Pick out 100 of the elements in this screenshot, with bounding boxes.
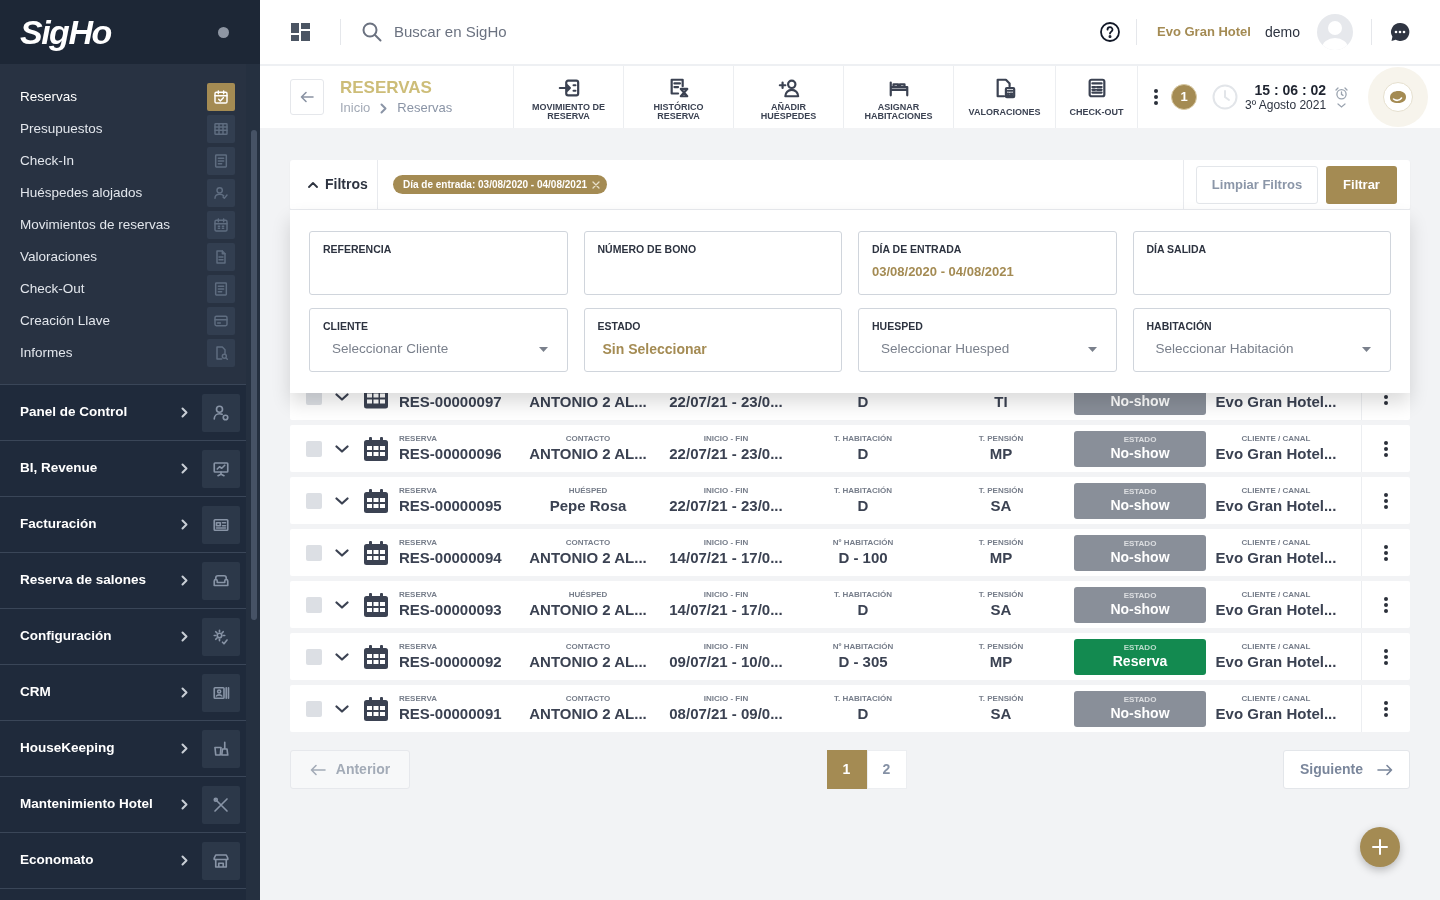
help-icon[interactable] — [1100, 22, 1121, 42]
sidebar-section[interactable]: Economato — [0, 832, 246, 888]
reservation-number: RES-00000097 — [399, 392, 502, 411]
sidebar-section[interactable]: Facturación — [0, 496, 246, 552]
sidebar-item[interactable]: Valoraciones — [0, 241, 246, 273]
add-user-icon — [777, 77, 800, 99]
checkbox[interactable] — [306, 440, 322, 457]
toolbar-button[interactable]: MOVIMIENTO DE RESERVA — [513, 66, 623, 128]
toolbar-button[interactable]: HISTÓRICO RESERVA — [623, 66, 733, 128]
sidebar-section[interactable]: Configuración — [0, 608, 246, 664]
text-field[interactable]: NÚMERO DE BONO — [583, 231, 842, 295]
kebab-menu-icon[interactable] — [1384, 700, 1388, 717]
chevron-down-icon[interactable] — [335, 496, 349, 505]
reservation-row[interactable]: RESERVA RES-00000093 HUÉSPED ANTONIO 2 AL... INICIO - FIN 14/07/21 - 17/0... T. HABITACIÓN D T. PENSIÓN SA ESTADO No-show CLIENTE / CANAL Evo Gran Hotel... — [290, 581, 1410, 628]
kebab-menu-icon[interactable] — [1384, 596, 1388, 613]
checkbox[interactable] — [306, 648, 322, 665]
toolbar-button[interactable]: ASIGNAR HABITACIONES — [843, 66, 953, 128]
sidebar-item[interactable]: Huéspedes alojados — [0, 177, 246, 209]
kebab-menu-icon[interactable] — [1384, 648, 1388, 665]
column-label: T. HABITACIÓN — [833, 590, 893, 600]
filters-toggle[interactable]: Filtros — [290, 160, 378, 209]
text-field[interactable]: REFERENCIA — [309, 231, 568, 295]
kebab-menu-icon[interactable] — [1384, 492, 1388, 509]
sidebar-item[interactable]: Informes — [0, 337, 246, 369]
toolbar-button[interactable]: CHECK-OUT — [1055, 66, 1138, 128]
checkbox[interactable] — [306, 700, 322, 717]
select-field[interactable]: CLIENTE Seleccionar Cliente — [309, 308, 568, 372]
store-icon — [202, 841, 240, 880]
chevron-down-icon[interactable] — [335, 444, 349, 453]
room-text: D - 305 — [838, 652, 888, 671]
scrollbar-thumb[interactable] — [251, 130, 257, 620]
kebab-menu-icon[interactable] — [1384, 440, 1388, 457]
calendar-icon — [363, 591, 389, 618]
search-field[interactable]: Buscar en SigHo — [394, 20, 694, 44]
chat-icon[interactable] — [1390, 22, 1410, 42]
checkbox[interactable] — [306, 492, 322, 509]
toolbar-button[interactable]: AÑADIR HUÉSPEDES — [733, 66, 843, 128]
reservation-number: RES-00000094 — [399, 548, 502, 567]
checkbox[interactable] — [306, 544, 322, 561]
sidebar-item[interactable]: Reservas — [0, 81, 246, 113]
reservation-row[interactable]: RESERVA RES-00000094 CONTACTO ANTONIO 2 AL... INICIO - FIN 14/07/21 - 17/0... Nº HABITACIÓN D - 100 T. PENSIÓN MP ESTADO No-show CLIENTE / CANAL Evo Gran Hotel... — [290, 529, 1410, 576]
kebab-menu-icon[interactable] — [1154, 89, 1158, 105]
sidebar-section[interactable]: Panel de Control — [0, 384, 246, 440]
sidebar-section[interactable]: Reserva de salones — [0, 552, 246, 608]
badge-label: ESTADO — [1123, 643, 1157, 653]
status-text: No-show — [1110, 705, 1170, 722]
select-field[interactable]: HUESPED Seleccionar Huesped — [858, 308, 1117, 372]
gear-check-icon — [202, 617, 240, 656]
multiselect-field[interactable]: ESTADO Sin Seleccionar — [583, 308, 842, 372]
reservation-row[interactable]: RESERVA RES-00000091 CONTACTO ANTONIO 2 AL... INICIO - FIN 08/07/21 - 09/0... T. HABITACIÓN D T. PENSIÓN SA ESTADO No-show CLIENTE / CANAL Evo Gran Hotel... — [290, 685, 1410, 732]
alarm-clock-icon[interactable] — [1335, 86, 1349, 100]
reservation-row[interactable]: RESERVA RES-00000095 HUÉSPED Pepe Rosa INICIO - FIN 22/07/21 - 23/0... T. HABITACIÓN D T. PENSIÓN SA ESTADO No-show CLIENTE / CANAL Evo Gran Hotel... — [290, 477, 1410, 524]
dashboard-grid-icon[interactable] — [291, 23, 310, 41]
chevron-down-icon[interactable] — [335, 600, 349, 609]
reservation-row[interactable]: RESERVA RES-00000096 CONTACTO ANTONIO 2 AL... INICIO - FIN 22/07/21 - 23/0... T. HABITACIÓN D T. PENSIÓN MP ESTADO No-show CLIENTE / CANAL Evo Gran Hotel... — [290, 425, 1410, 472]
person-name: ANTONIO 2 AL... — [529, 548, 647, 567]
user-name[interactable]: demo — [1264, 21, 1300, 43]
person-name: ANTONIO 2 AL... — [529, 652, 647, 671]
text-field[interactable]: DÍA DE ENTRADA 03/08/2020 - 04/08/2021 — [858, 231, 1117, 295]
column-label: CLIENTE / CANAL — [1241, 486, 1311, 496]
next-button[interactable]: Siguiente — [1283, 750, 1410, 789]
room-text: D — [857, 392, 869, 411]
sidebar-section[interactable]: BI, Revenue — [0, 440, 246, 496]
kebab-menu-icon[interactable] — [1384, 544, 1388, 561]
add-button[interactable] — [1360, 827, 1400, 867]
text-field[interactable]: DÍA SALIDA — [1132, 231, 1391, 295]
sidebar-item[interactable]: Presupuestos — [0, 113, 246, 145]
logo[interactable]: SigHo — [20, 14, 111, 50]
page-title: RESERVAS — [340, 78, 432, 98]
checkbox[interactable] — [306, 596, 322, 613]
search-icon — [362, 22, 382, 42]
sidebar-section[interactable]: CRM — [0, 664, 246, 720]
column-label: RESERVA — [399, 434, 437, 444]
toolbar-button[interactable]: VALORACIONES — [953, 66, 1055, 128]
column-label: RESERVA — [399, 642, 437, 652]
sidebar-item[interactable]: Creación Llave — [0, 305, 246, 337]
sidebar-item[interactable]: Check-In — [0, 145, 246, 177]
column-label: INICIO - FIN — [703, 590, 749, 600]
column-label: T. PENSIÓN — [978, 642, 1024, 652]
chevron-down-icon[interactable] — [335, 652, 349, 661]
column-label: RESERVA — [399, 538, 437, 548]
column-label: T. HABITACIÓN — [833, 694, 893, 704]
status-text: No-show — [1110, 497, 1170, 514]
select-field[interactable]: HABITACIÓN Seleccionar Habitación — [1132, 308, 1391, 372]
reservation-row[interactable]: RESERVA RES-00000092 CONTACTO ANTONIO 2 AL... INICIO - FIN 09/07/21 - 10/0... Nº HABITACIÓN D - 305 T. PENSIÓN MP ESTADO Reserva CLIENTE / CANAL Evo Gran Hotel... — [290, 633, 1410, 680]
sidebar-section[interactable]: Mantenimiento Hotel — [0, 776, 246, 832]
sidebar-item[interactable]: Movimientos de reservas — [0, 209, 246, 241]
chevron-down-icon[interactable] — [335, 392, 349, 401]
date-text: 3º Agosto 2021 — [1245, 97, 1327, 112]
date-range: 22/07/21 - 23/0... — [669, 392, 783, 411]
column-label: CONTACTO — [565, 642, 611, 652]
sidebar-item[interactable]: Check-Out — [0, 273, 246, 305]
blob-icon — [1389, 90, 1408, 104]
chevron-down-icon[interactable] — [335, 548, 349, 557]
badge-label: ESTADO — [1123, 539, 1157, 549]
dot-icon[interactable] — [218, 26, 229, 38]
sidebar-section[interactable]: HouseKeeping — [0, 720, 246, 776]
status-text: No-show — [1110, 549, 1170, 566]
room-text: D — [857, 496, 869, 515]
chevron-down-icon[interactable] — [335, 704, 349, 713]
